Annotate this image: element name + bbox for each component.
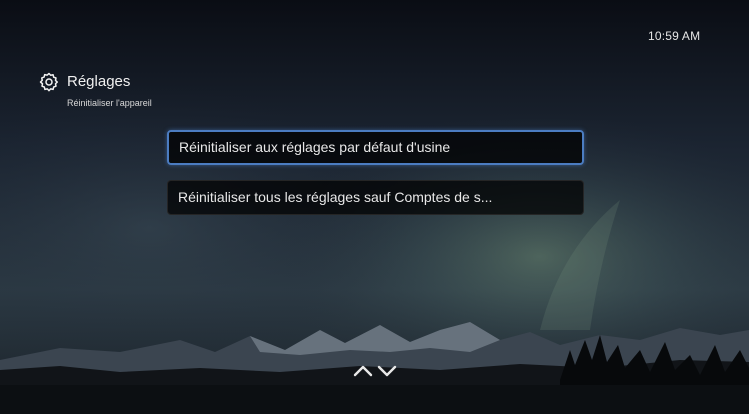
menu-item-factory-reset[interactable]: Réinitialiser aux réglages par défaut d'… (167, 130, 584, 165)
clock-time: 10:59 AM (648, 29, 701, 43)
settings-screen: 10:59 AM Réglages Réinitialiser l'appare… (0, 0, 749, 414)
menu-item-reset-except-accounts[interactable]: Réinitialiser tous les réglages sauf Com… (167, 180, 584, 215)
page-title: Réglages (67, 73, 131, 90)
page-subtitle: Réinitialiser l'appareil (67, 98, 152, 108)
gear-icon (39, 72, 58, 92)
up-down-arrows-icon[interactable] (351, 362, 399, 380)
